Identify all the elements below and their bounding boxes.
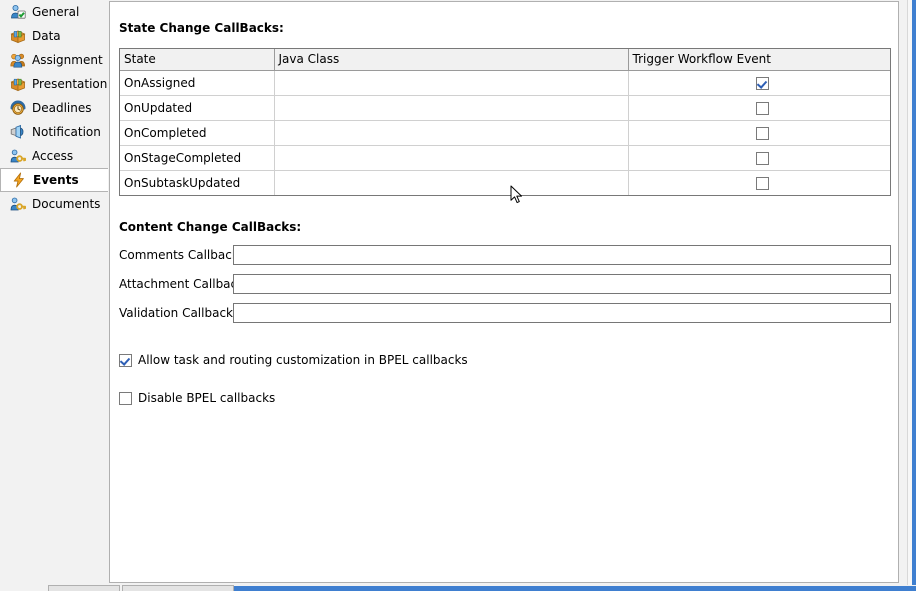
comments-callback-label: Comments Callback: bbox=[119, 248, 243, 262]
sidebar-item-data[interactable]: Data bbox=[0, 24, 108, 48]
state-change-callbacks-table: State Java Class Trigger Workflow Event … bbox=[119, 48, 891, 196]
sidebar-item-label: Events bbox=[33, 173, 79, 187]
comments-callback-input[interactable] bbox=[233, 245, 891, 265]
table-row[interactable]: OnUpdated bbox=[120, 95, 890, 121]
application-window: General Data Assignment Presentation Dea… bbox=[0, 0, 916, 591]
sidebar-item-deadlines[interactable]: Deadlines bbox=[0, 96, 108, 120]
table-row[interactable]: OnAssigned bbox=[120, 70, 890, 96]
cell-trigger[interactable] bbox=[628, 170, 890, 195]
column-header-trigger-workflow-event[interactable]: Trigger Workflow Event bbox=[628, 49, 890, 71]
trigger-workflow-event-checkbox[interactable] bbox=[755, 126, 769, 140]
allow-customization-checkbox[interactable] bbox=[119, 353, 132, 367]
cell-trigger[interactable] bbox=[628, 145, 890, 171]
sidebar-item-notification[interactable]: Notification bbox=[0, 120, 108, 144]
sidebar-item-label: General bbox=[32, 5, 80, 19]
bottom-accent-bar bbox=[234, 586, 916, 591]
disable-bpel-callbacks-label: Disable BPEL callbacks bbox=[138, 391, 276, 405]
events-settings-panel: State Change CallBacks: State Java Class… bbox=[109, 1, 899, 583]
sidebar-item-label: Presentation bbox=[32, 77, 108, 91]
sidebar-item-events[interactable]: Events bbox=[0, 168, 108, 192]
cell-trigger[interactable] bbox=[628, 70, 890, 96]
user-key-icon bbox=[10, 196, 26, 212]
cell-state: OnUpdated bbox=[120, 95, 275, 121]
sidebar-item-label: Assignment bbox=[32, 53, 103, 67]
bottom-tab-stub-1[interactable] bbox=[48, 585, 120, 591]
cell-java-class[interactable] bbox=[274, 145, 629, 171]
table-header-row: State Java Class Trigger Workflow Event bbox=[120, 49, 890, 71]
lightning-bolt-icon bbox=[11, 172, 27, 188]
megaphone-icon bbox=[10, 124, 26, 140]
disable-bpel-callbacks-checkbox[interactable] bbox=[119, 391, 132, 405]
cell-state: OnCompleted bbox=[120, 120, 275, 146]
cell-trigger[interactable] bbox=[628, 120, 890, 146]
sidebar-item-label: Deadlines bbox=[32, 101, 92, 115]
right-accent-border bbox=[912, 0, 916, 585]
cell-state: OnAssigned bbox=[120, 70, 275, 96]
user-key-icon bbox=[10, 148, 26, 164]
sidebar-item-presentation[interactable]: Presentation bbox=[0, 72, 108, 96]
content-change-callbacks-heading: Content Change CallBacks: bbox=[119, 220, 302, 234]
validation-callback-input[interactable] bbox=[233, 303, 891, 323]
sidebar-item-access[interactable]: Access bbox=[0, 144, 108, 168]
trigger-workflow-event-checkbox[interactable] bbox=[755, 76, 769, 90]
cell-java-class[interactable] bbox=[274, 70, 629, 96]
cell-java-class[interactable] bbox=[274, 170, 629, 195]
allow-customization-label: Allow task and routing customization in … bbox=[138, 353, 468, 367]
cell-state: OnSubtaskUpdated bbox=[120, 170, 275, 195]
column-header-java-class[interactable]: Java Class bbox=[274, 49, 629, 71]
attachment-callback-input[interactable] bbox=[233, 274, 891, 294]
validation-callback-label: Validation Callback: bbox=[119, 306, 238, 320]
sidebar-item-assignment[interactable]: Assignment bbox=[0, 48, 108, 72]
sidebar-item-label: Documents bbox=[32, 197, 101, 211]
table-row[interactable]: OnStageCompleted bbox=[120, 145, 890, 171]
data-box-icon bbox=[10, 28, 26, 44]
users-group-icon bbox=[10, 52, 26, 68]
sidebar-item-documents[interactable]: Documents bbox=[0, 192, 108, 216]
sidebar-item-label: Data bbox=[32, 29, 61, 43]
sidebar-item-label: Access bbox=[32, 149, 74, 163]
trigger-workflow-event-checkbox[interactable] bbox=[755, 101, 769, 115]
user-check-icon bbox=[10, 4, 26, 20]
trigger-workflow-event-checkbox[interactable] bbox=[755, 151, 769, 165]
cell-java-class[interactable] bbox=[274, 95, 629, 121]
trigger-workflow-event-checkbox[interactable] bbox=[755, 176, 769, 190]
cell-java-class[interactable] bbox=[274, 120, 629, 146]
presentation-box-icon bbox=[10, 76, 26, 92]
allow-customization-option[interactable]: Allow task and routing customization in … bbox=[119, 353, 468, 367]
cell-state: OnStageCompleted bbox=[120, 145, 275, 171]
bottom-strip bbox=[0, 585, 916, 591]
attachment-callback-label: Attachment Callback: bbox=[119, 277, 249, 291]
column-header-state[interactable]: State bbox=[120, 49, 275, 71]
sidebar-navigation: General Data Assignment Presentation Dea… bbox=[0, 0, 108, 585]
state-change-callbacks-heading: State Change CallBacks: bbox=[119, 21, 284, 35]
sidebar-item-label: Notification bbox=[32, 125, 101, 139]
bottom-tab-stub-2[interactable] bbox=[122, 585, 234, 591]
clock-icon bbox=[10, 100, 26, 116]
disable-bpel-callbacks-option[interactable]: Disable BPEL callbacks bbox=[119, 391, 275, 405]
sidebar-item-general[interactable]: General bbox=[0, 0, 108, 24]
table-row[interactable]: OnSubtaskUpdated bbox=[120, 170, 890, 195]
table-row[interactable]: OnCompleted bbox=[120, 120, 890, 146]
cell-trigger[interactable] bbox=[628, 95, 890, 121]
